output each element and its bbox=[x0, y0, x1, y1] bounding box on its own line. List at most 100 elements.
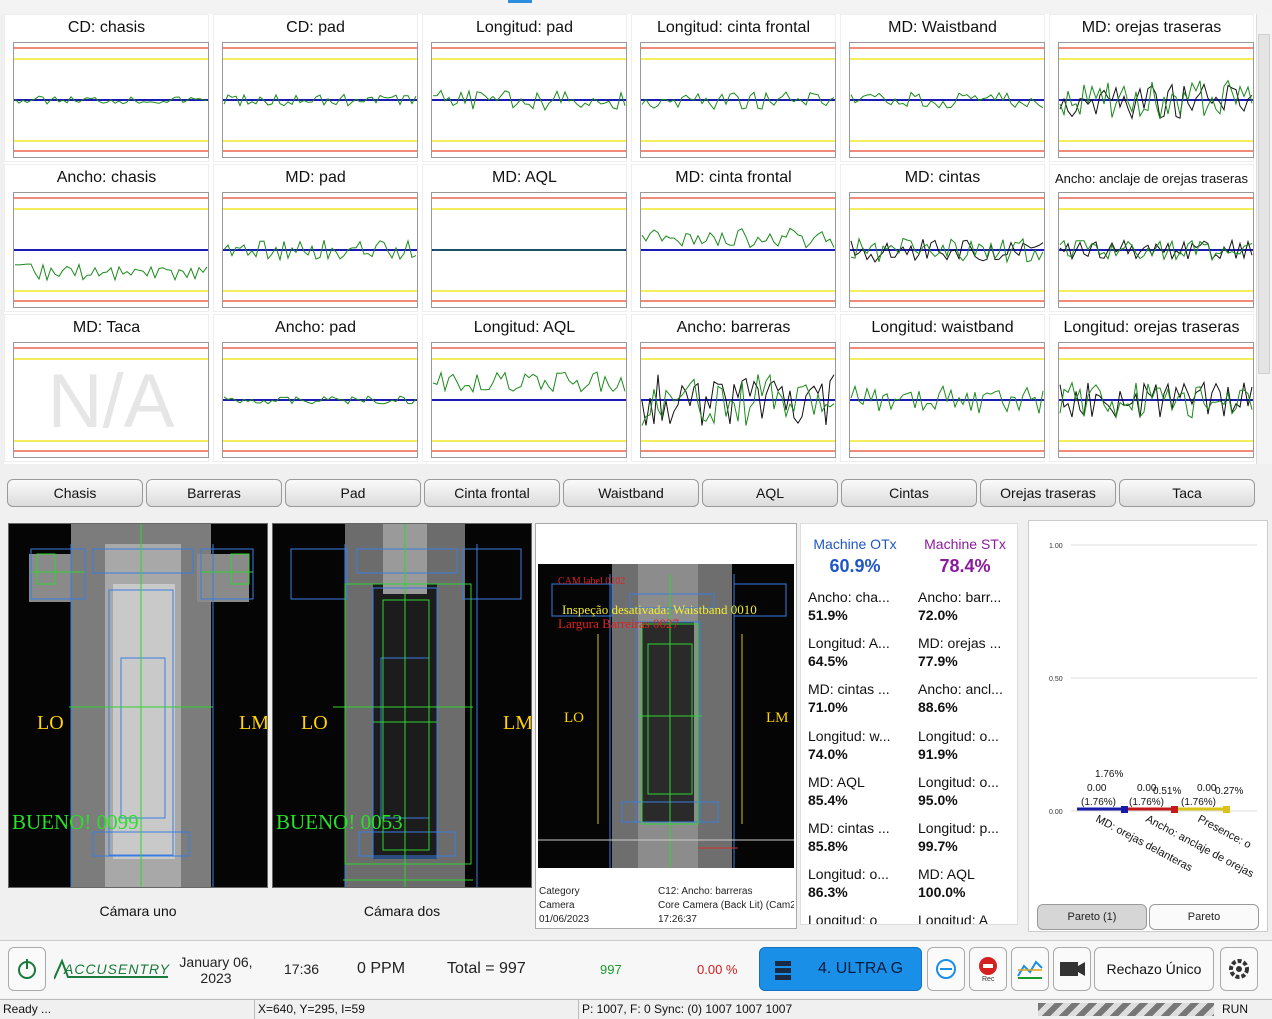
fault-stat-percent: 91.9% bbox=[918, 745, 958, 762]
fault-stat-name: MD: AQL bbox=[808, 773, 865, 790]
video-button[interactable] bbox=[1053, 947, 1091, 991]
trend-chart-plot bbox=[1058, 192, 1254, 308]
pareto-1-button[interactable]: Pareto (1) bbox=[1037, 904, 1147, 930]
trend-chart[interactable]: MD: AQL bbox=[422, 164, 627, 312]
trend-chart[interactable]: CD: chasis bbox=[4, 14, 209, 162]
trend-chart[interactable]: MD: cintas bbox=[840, 164, 1045, 312]
trend-chart[interactable]: Longitud: waistband bbox=[840, 314, 1045, 462]
single-reject-button[interactable]: Rechazo Único bbox=[1094, 947, 1214, 991]
trend-chart-plot bbox=[431, 192, 627, 308]
camera-one-left-label: LO bbox=[37, 712, 64, 734]
settings-button[interactable] bbox=[1220, 947, 1258, 991]
trend-chart[interactable]: Longitud: cinta frontal bbox=[631, 14, 836, 162]
ppm-display: 0 PPM bbox=[357, 960, 406, 977]
trend-chart-plot bbox=[1058, 42, 1254, 158]
pareto-data-label: 0.00 bbox=[1197, 783, 1217, 794]
meta-date: 01/06/2023 bbox=[539, 914, 590, 925]
trend-chart[interactable]: Longitud: pad bbox=[422, 14, 627, 162]
reject-image[interactable]: CAM label 0102 Inspeção desativada: Wais… bbox=[538, 564, 794, 868]
fault-stat-name: Longitud: p... bbox=[918, 820, 999, 836]
camera-two-status: BUENO! 0053 bbox=[276, 810, 403, 834]
recipe-stack-icon bbox=[775, 961, 791, 980]
tab-button[interactable]: Pad bbox=[285, 479, 421, 507]
trend-chart-title: Ancho: barreras bbox=[676, 319, 791, 336]
power-button[interactable] bbox=[8, 947, 46, 991]
trend-chart[interactable]: Ancho: barreras bbox=[631, 314, 836, 462]
camera-two-caption: Cámara dos bbox=[363, 903, 441, 919]
pareto-button[interactable]: Pareto bbox=[1149, 904, 1259, 930]
trend-chart[interactable]: MD: Taca N/A bbox=[4, 314, 209, 462]
fault-stat-name: Longitud: A bbox=[918, 912, 989, 925]
category-tabs: Chasis Barreras Pad Cinta frontal Waistband A… bbox=[0, 474, 1272, 510]
fault-stat-name: Longitud: o... bbox=[918, 773, 999, 790]
trend-chart-title: Longitud: waistband bbox=[871, 319, 1014, 336]
trend-button[interactable] bbox=[1011, 947, 1049, 991]
fault-stat-percent: 77.9% bbox=[918, 653, 958, 670]
tab-button[interactable]: Waistband bbox=[563, 479, 699, 507]
trend-chart[interactable]: MD: cinta frontal bbox=[631, 164, 836, 312]
fault-stat-percent: 85.4% bbox=[808, 791, 848, 808]
pareto-data-label: 1.76% bbox=[1095, 769, 1123, 780]
fault-stat-item: Longitud: o... 86.3% bbox=[808, 866, 908, 900]
trend-chart-title: Ancho: chasis bbox=[56, 169, 157, 186]
trend-chart-title: MD: orejas traseras bbox=[1081, 19, 1222, 36]
trend-chart-plot bbox=[222, 192, 418, 308]
trend-chart-title: MD: cintas bbox=[904, 169, 981, 186]
camera-one-view[interactable]: LO LM BUENO! 0099 bbox=[8, 523, 268, 888]
camera-one-status: BUENO! 0099 bbox=[12, 810, 139, 834]
sync-icon bbox=[936, 959, 956, 979]
reject-left-label: LO bbox=[564, 710, 584, 726]
stx-value: 78.4% bbox=[939, 556, 991, 576]
camera-one-caption: Cámara uno bbox=[99, 903, 177, 919]
tab-button[interactable]: AQL bbox=[702, 479, 838, 507]
trend-chart-plot bbox=[431, 342, 627, 458]
tab-button[interactable]: Barreras bbox=[146, 479, 282, 507]
fault-stat-percent: 88.6% bbox=[918, 699, 958, 716]
trend-chart-title: MD: pad bbox=[285, 169, 346, 186]
trend-chart[interactable]: MD: pad bbox=[213, 164, 418, 312]
record-button[interactable]: Rec bbox=[969, 947, 1007, 991]
fault-stat-percent: 64.5% bbox=[808, 653, 848, 670]
fault-stat-item: Longitud: o... 91.9% bbox=[918, 728, 1017, 762]
status-coords: X=640, Y=295, I=59 bbox=[258, 1002, 365, 1016]
trend-chart-plot bbox=[849, 192, 1045, 308]
time-display: 17:36 bbox=[284, 961, 320, 977]
grid-scrollbar-thumb[interactable] bbox=[1258, 34, 1270, 374]
status-progress-indicator bbox=[1038, 1003, 1214, 1016]
sync-button[interactable] bbox=[927, 947, 965, 991]
reject-history-panel: CAM label 0102 Inspeção desativada: Wais… bbox=[535, 523, 797, 929]
camera-two-view[interactable]: LO LM BUENO! 0053 bbox=[272, 523, 532, 888]
trend-chart[interactable]: MD: Waistband bbox=[840, 14, 1045, 162]
fault-stat-item: Ancho: ancl... 88.6% bbox=[918, 681, 1017, 716]
fault-stat-name: MD: AQL bbox=[918, 866, 975, 883]
fault-stat-name: Longitud: o bbox=[808, 912, 878, 925]
recipe-button[interactable]: 4. ULTRA G bbox=[759, 947, 922, 991]
trend-chart[interactable]: Ancho: chasis bbox=[4, 164, 209, 312]
tab-button[interactable]: Chasis bbox=[7, 479, 143, 507]
tab-button[interactable]: Cinta frontal bbox=[424, 479, 560, 507]
trend-chart[interactable]: Ancho: anclaje de orejas traseras bbox=[1049, 164, 1254, 312]
camera-one-right-label: LM bbox=[239, 712, 268, 734]
single-reject-label: Rechazo Único bbox=[1106, 961, 1202, 977]
fault-stat-item: MD: cintas ... 85.8% bbox=[808, 820, 908, 854]
trend-chart[interactable]: Longitud: orejas traseras bbox=[1049, 314, 1254, 462]
trend-chart-title: Longitud: AQL bbox=[473, 319, 576, 336]
trend-chart[interactable]: Longitud: AQL bbox=[422, 314, 627, 462]
record-label: Rec bbox=[982, 976, 995, 983]
logo-text: ACCUSENTRY bbox=[64, 961, 170, 977]
trend-chart[interactable]: Ancho: pad bbox=[213, 314, 418, 462]
fault-stat-item: Longitud: p... 99.7% bbox=[918, 820, 1017, 854]
date-line-1: January 06, bbox=[179, 954, 253, 970]
pareto-point bbox=[1171, 806, 1178, 813]
trend-chart-icon bbox=[1017, 960, 1043, 979]
trend-chart[interactable]: MD: orejas traseras bbox=[1049, 14, 1254, 162]
tab-button[interactable]: Cintas bbox=[841, 479, 977, 507]
fault-stat-item: Ancho: barr... 72.0% bbox=[918, 589, 1017, 623]
tab-button[interactable]: Orejas traseras bbox=[980, 479, 1116, 507]
trend-chart[interactable]: CD: pad bbox=[213, 14, 418, 162]
fault-stat-name: Ancho: cha... bbox=[808, 589, 890, 605]
trend-chart-plot bbox=[13, 192, 209, 308]
meta-category-value: C12: Ancho: barreras bbox=[658, 886, 753, 897]
reject-overlay-1: CAM label 0102 bbox=[558, 576, 626, 587]
tab-button[interactable]: Taca bbox=[1119, 479, 1255, 507]
